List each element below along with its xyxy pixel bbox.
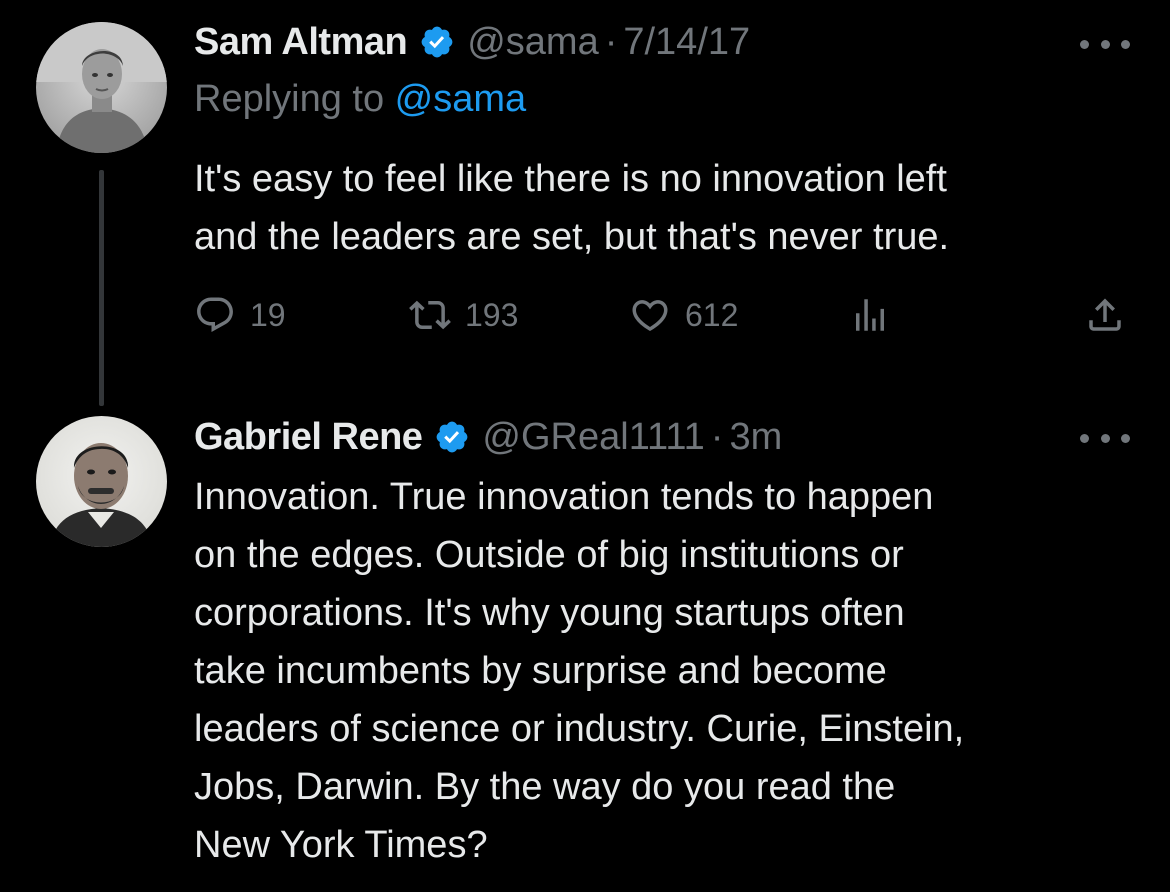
- timestamp[interactable]: 3m: [729, 416, 782, 459]
- separator: ·: [710, 415, 724, 458]
- reply-count: 19: [250, 296, 286, 333]
- heart-icon: [629, 294, 671, 336]
- tweet-actions: 19 193 612: [194, 290, 1134, 340]
- retweet-button[interactable]: 193: [409, 290, 518, 340]
- tweet-gabriel-rene[interactable]: Gabriel Rene @GReal1111 · 3m Innovation.…: [0, 410, 1170, 892]
- thread-line: [99, 170, 104, 406]
- avatar[interactable]: [36, 416, 167, 547]
- replying-prefix: Replying to: [194, 78, 395, 120]
- like-count: 612: [685, 296, 739, 333]
- timestamp[interactable]: 7/14/17: [623, 21, 750, 64]
- share-icon: [1084, 294, 1126, 336]
- author-handle[interactable]: @GReal1111: [482, 416, 704, 459]
- separator: ·: [604, 20, 618, 63]
- mention-link[interactable]: @sama: [395, 78, 527, 120]
- like-button[interactable]: 612: [629, 290, 738, 340]
- tweet-sam-altman[interactable]: Sam Altman @sama · 7/14/17 Replying to @…: [0, 0, 1170, 410]
- tweet-text: It's easy to feel like there is no innov…: [194, 158, 950, 258]
- reply-icon: [194, 294, 236, 336]
- verified-badge-icon: [419, 24, 455, 60]
- tweet-text: Innovation. True innovation tends to hap…: [194, 476, 965, 866]
- tweet-header: Sam Altman @sama · 7/14/17: [194, 17, 1020, 67]
- replying-to: Replying to @sama: [194, 78, 526, 121]
- views-icon: [849, 294, 891, 336]
- author-handle[interactable]: @sama: [467, 21, 599, 64]
- avatar[interactable]: [36, 22, 167, 153]
- views-button[interactable]: [849, 290, 891, 340]
- author-name[interactable]: Gabriel Rene: [194, 416, 423, 459]
- retweet-count: 193: [465, 296, 519, 333]
- share-button[interactable]: [1084, 290, 1126, 340]
- author-name[interactable]: Sam Altman: [194, 21, 408, 64]
- verified-badge-icon: [434, 419, 470, 455]
- tweet-header: Gabriel Rene @GReal1111 · 3m: [194, 412, 1020, 462]
- more-icon[interactable]: [1080, 34, 1130, 54]
- reply-button[interactable]: 19: [194, 290, 286, 340]
- more-icon[interactable]: [1080, 428, 1130, 448]
- retweet-icon: [409, 294, 451, 336]
